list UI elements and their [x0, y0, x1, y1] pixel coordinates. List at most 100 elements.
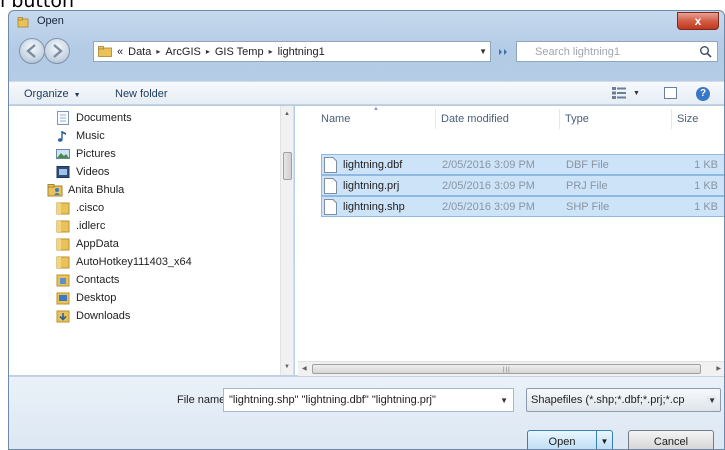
folder-icon [56, 256, 70, 269]
breadcrumb-separator-icon[interactable]: ▸ [206, 47, 210, 56]
forward-arrow-icon [53, 44, 63, 58]
tree-item-documents[interactable]: Documents [55, 109, 132, 127]
tree-item-anita-bhula[interactable]: Anita Bhula [47, 181, 124, 199]
column-header-type[interactable]: Type [565, 113, 589, 125]
scroll-up-icon[interactable]: ▲ [284, 111, 290, 117]
desktop-icon [56, 292, 70, 305]
refresh-button[interactable] [493, 41, 513, 62]
tree-item-label: .cisco [76, 202, 105, 214]
view-options-icon[interactable] [612, 87, 626, 99]
breadcrumb-gis-temp[interactable]: GIS Temp [215, 46, 264, 58]
tree-item-cisco[interactable]: .cisco [55, 199, 104, 217]
chevron-down-icon[interactable]: ▼ [500, 396, 508, 405]
open-dialog-icon [17, 17, 29, 28]
file-icon [324, 157, 337, 173]
file-name-value[interactable]: "lightning.shp" "lightning.dbf" "lightni… [229, 394, 436, 406]
grip-icon: ||| [503, 367, 511, 373]
tree-item-label: Pictures [76, 148, 116, 160]
horizontal-scrollbar[interactable]: ◀ ||| ▶ [298, 361, 724, 376]
search-input[interactable]: Search lightning1 [535, 46, 620, 58]
file-type-select[interactable]: Shapefiles (*.shp;*.dbf;*.prj;*.cp ▼ [526, 388, 721, 412]
address-dropdown-icon[interactable]: ▼ [479, 47, 487, 56]
search-icon[interactable] [699, 45, 712, 58]
file-date: 2/05/2016 3:09 PM [442, 180, 535, 192]
file-icon [324, 178, 337, 194]
tree-item-label: Music [76, 130, 105, 142]
column-header-name[interactable]: Name [321, 113, 350, 125]
file-date: 2/05/2016 3:09 PM [442, 201, 535, 213]
command-toolbar: Organize ▼ New folder ▼ ? [9, 81, 724, 105]
title-bar[interactable]: Open x [9, 11, 724, 33]
scrollbar-thumb[interactable] [283, 152, 292, 180]
chevron-down-icon[interactable]: ▼ [706, 396, 716, 405]
back-button[interactable] [19, 38, 45, 64]
breadcrumb-lightning1[interactable]: lightning1 [278, 46, 325, 58]
tree-item-idlerc[interactable]: .idlerc [55, 217, 105, 235]
column-header-date[interactable]: Date modified [441, 113, 509, 125]
help-icon[interactable]: ? [696, 87, 710, 101]
search-box[interactable]: Search lightning1 [516, 41, 718, 62]
file-icon [324, 199, 337, 215]
breadcrumb-data[interactable]: Data [128, 46, 151, 58]
tree-item-pictures[interactable]: Pictures [55, 145, 116, 163]
close-button[interactable]: x [677, 12, 719, 30]
tree-item-appdata[interactable]: AppData [55, 235, 119, 253]
file-type: PRJ File [566, 180, 608, 192]
navigation-scrollbar[interactable]: ▲ ▼ [280, 106, 293, 375]
folder-icon [98, 46, 112, 57]
tree-item-label: AppData [76, 238, 119, 250]
tree-item-autohotkey[interactable]: AutoHotkey111403_x64 [55, 253, 192, 271]
file-type-value: Shapefiles (*.shp;*.dbf;*.prj;*.cp [531, 394, 685, 406]
file-date: 2/05/2016 3:09 PM [442, 159, 535, 171]
open-button[interactable]: Open ▼ [527, 430, 613, 449]
organize-label: Organize [24, 88, 69, 100]
tree-item-label: Anita Bhula [68, 184, 125, 196]
breadcrumb-separator-icon[interactable]: ▸ [156, 47, 160, 56]
navigation-row: « Data ▸ ArcGIS ▸ GIS Temp ▸ lightning1 … [9, 35, 724, 69]
tree-item-contacts[interactable]: Contacts [55, 271, 119, 289]
column-divider[interactable] [435, 109, 436, 129]
page-caption: l button [0, 0, 74, 12]
address-overflow-icon[interactable]: « [117, 46, 123, 58]
breadcrumb-separator-icon[interactable]: ▸ [269, 47, 273, 56]
tree-item-label: Videos [76, 166, 110, 178]
table-row[interactable]: lightning.prj 2/05/2016 3:09 PM PRJ File… [321, 175, 724, 196]
cancel-button[interactable]: Cancel [628, 430, 714, 449]
scrollbar-thumb[interactable]: ||| [312, 364, 701, 374]
tree-item-label: Downloads [76, 310, 131, 322]
address-bar[interactable]: « Data ▸ ArcGIS ▸ GIS Temp ▸ lightning1 … [93, 41, 491, 62]
file-name-input[interactable]: "lightning.shp" "lightning.dbf" "lightni… [223, 388, 514, 412]
folder-icon [56, 220, 70, 233]
column-divider[interactable] [559, 109, 560, 129]
tree-item-desktop[interactable]: Desktop [55, 289, 116, 307]
file-size: 1 KB [694, 201, 718, 213]
table-row[interactable]: lightning.dbf 2/05/2016 3:09 PM DBF File… [321, 154, 724, 175]
tree-item-music[interactable]: Music [55, 127, 105, 145]
scroll-right-icon[interactable]: ▶ [716, 365, 721, 372]
breadcrumb-arcgis[interactable]: ArcGIS [165, 46, 200, 58]
music-icon [57, 131, 66, 142]
view-dropdown-icon[interactable]: ▼ [633, 90, 640, 97]
file-size: 1 KB [694, 180, 718, 192]
navigation-pane: Documents Music Pictures Videos Anita Bh… [9, 106, 294, 375]
folder-icon [56, 202, 70, 215]
scroll-left-icon[interactable]: ◀ [302, 365, 307, 372]
open-button-label[interactable]: Open [528, 431, 596, 449]
forward-button[interactable] [44, 38, 70, 64]
tree-item-downloads[interactable]: Downloads [55, 307, 130, 325]
new-folder-button[interactable]: New folder [115, 88, 168, 100]
tree-item-label: Desktop [76, 292, 117, 304]
sort-indicator-icon: ▲ [373, 106, 379, 112]
tree-item-videos[interactable]: Videos [55, 163, 109, 181]
file-type: DBF File [566, 159, 609, 171]
column-divider[interactable] [671, 109, 672, 129]
organize-button[interactable]: Organize ▼ [24, 88, 81, 100]
open-options-dropdown-icon[interactable]: ▼ [596, 431, 612, 449]
file-name: lightning.prj [343, 180, 400, 192]
preview-pane-icon[interactable] [664, 87, 677, 99]
tree-item-label: AutoHotkey111403_x64 [76, 256, 192, 268]
column-header-size[interactable]: Size [677, 113, 698, 125]
chevron-down-icon: ▼ [73, 92, 81, 99]
table-row[interactable]: lightning.shp 2/05/2016 3:09 PM SHP File… [321, 196, 724, 217]
scroll-down-icon[interactable]: ▼ [284, 364, 290, 370]
